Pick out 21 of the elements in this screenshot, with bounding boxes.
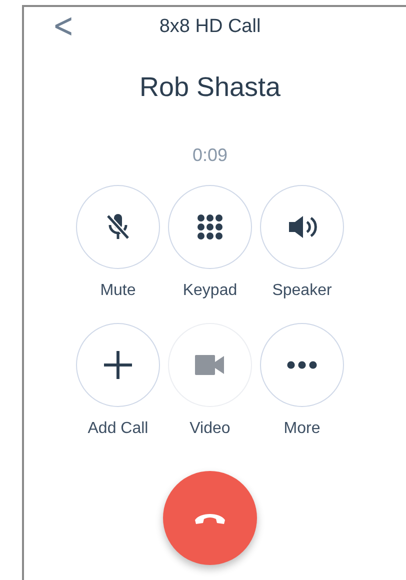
more-icon bbox=[287, 360, 317, 368]
speaker-icon bbox=[287, 214, 317, 240]
control-label: Speaker bbox=[272, 280, 332, 300]
control-label: Keypad bbox=[182, 280, 238, 300]
call-control-button[interactable] bbox=[260, 184, 344, 268]
call-control-button[interactable] bbox=[76, 322, 160, 406]
keypad-icon bbox=[197, 214, 223, 240]
muted-microphone-icon bbox=[105, 212, 131, 242]
call-duration: 0:09 bbox=[192, 144, 228, 166]
plus-icon bbox=[103, 350, 133, 380]
end-call-button[interactable] bbox=[163, 470, 257, 564]
caller-name: Rob Shasta bbox=[139, 71, 281, 104]
call-control-button[interactable] bbox=[76, 184, 160, 268]
back-button[interactable]: < bbox=[52, 9, 74, 43]
control-label: Video bbox=[190, 418, 230, 438]
control-label: Mute bbox=[100, 280, 136, 300]
call-title: 8x8 HD Call bbox=[159, 14, 261, 39]
call-control-button[interactable] bbox=[168, 184, 252, 268]
control-label: More bbox=[284, 418, 320, 438]
video-camera-icon bbox=[195, 354, 225, 374]
control-label: Add Call bbox=[88, 418, 148, 438]
